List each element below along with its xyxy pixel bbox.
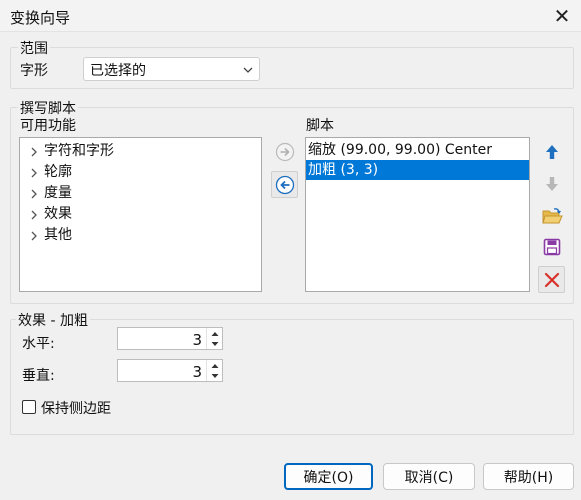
title-bar: 变换向导 ✕ [0, 0, 581, 32]
tree-item-effects[interactable]: 效果 [20, 204, 261, 225]
vertical-spin-buttons [206, 360, 222, 381]
remove-from-script-button[interactable] [271, 171, 298, 198]
move-down-button[interactable] [539, 171, 565, 197]
delete-script-button[interactable] [538, 266, 565, 293]
arrow-right-circle-icon [275, 142, 295, 162]
tree-item-chars-glyphs[interactable]: 字符和字形 [20, 141, 261, 162]
range-select[interactable]: 已选择的 [83, 57, 260, 81]
save-script-button[interactable] [539, 234, 565, 260]
keep-sidebearing-checkbox[interactable] [22, 400, 36, 414]
range-select-value: 已选择的 [90, 63, 146, 79]
tree-item-other[interactable]: 其他 [20, 225, 261, 246]
effect-group-label: 效果 - 加粗 [16, 310, 90, 330]
keep-sidebearing-label: 保持侧边距 [41, 401, 111, 417]
tree-item-outline[interactable]: 轮廓 [20, 162, 261, 183]
arrow-down-icon [546, 177, 558, 191]
tree-item-label: 轮廓 [44, 164, 72, 180]
vertical-spinbox[interactable]: 3 [117, 359, 223, 382]
chevron-right-icon[interactable] [29, 230, 39, 242]
script-label: 脚本 [306, 118, 334, 134]
script-item-scale[interactable]: 缩放 (99.00, 99.00) Center [306, 140, 529, 160]
chevron-right-icon[interactable] [29, 146, 39, 158]
horizontal-value: 3 [192, 331, 202, 349]
horizontal-spin-buttons [206, 328, 222, 349]
horizontal-spinbox[interactable]: 3 [117, 327, 223, 350]
arrow-left-circle-icon [275, 175, 294, 194]
script-list[interactable]: 缩放 (99.00, 99.00) Center 加粗 (3, 3) [305, 137, 530, 292]
chevron-right-icon[interactable] [29, 167, 39, 179]
available-functions-tree[interactable]: 字符和字形 轮廓 度量 效果 其他 [19, 137, 262, 292]
chevron-right-icon[interactable] [29, 188, 39, 200]
save-icon [543, 238, 561, 256]
tree-item-label: 度量 [44, 185, 72, 201]
vertical-value: 3 [192, 363, 202, 381]
range-group-label: 范围 [18, 38, 50, 58]
tree-item-label: 其他 [44, 227, 72, 243]
available-functions-label: 可用功能 [20, 118, 76, 134]
horizontal-label: 水平: [22, 336, 55, 352]
close-icon[interactable]: ✕ [550, 4, 574, 28]
add-to-script-button[interactable] [272, 139, 298, 165]
move-up-button[interactable] [539, 139, 565, 165]
spin-down-icon[interactable] [207, 338, 223, 349]
spin-down-icon[interactable] [207, 370, 223, 381]
glyph-label: 字形 [20, 63, 48, 79]
tree-item-label: 字符和字形 [44, 143, 114, 159]
cancel-button[interactable]: 取消(C) [383, 463, 475, 490]
ok-button[interactable]: 确定(O) [284, 463, 373, 490]
open-script-button[interactable] [539, 203, 565, 229]
arrow-up-icon [546, 145, 558, 159]
folder-open-icon [542, 208, 563, 224]
chevron-right-icon[interactable] [29, 209, 39, 221]
delete-x-icon [544, 272, 559, 287]
vertical-label: 垂直: [22, 368, 55, 384]
tree-item-label: 效果 [44, 206, 72, 222]
chevron-down-icon [243, 67, 253, 73]
tree-item-metrics[interactable]: 度量 [20, 183, 261, 204]
window-title: 变换向导 [10, 9, 71, 27]
help-button[interactable]: 帮助(H) [483, 463, 574, 490]
script-item-bold[interactable]: 加粗 (3, 3) [306, 160, 529, 180]
